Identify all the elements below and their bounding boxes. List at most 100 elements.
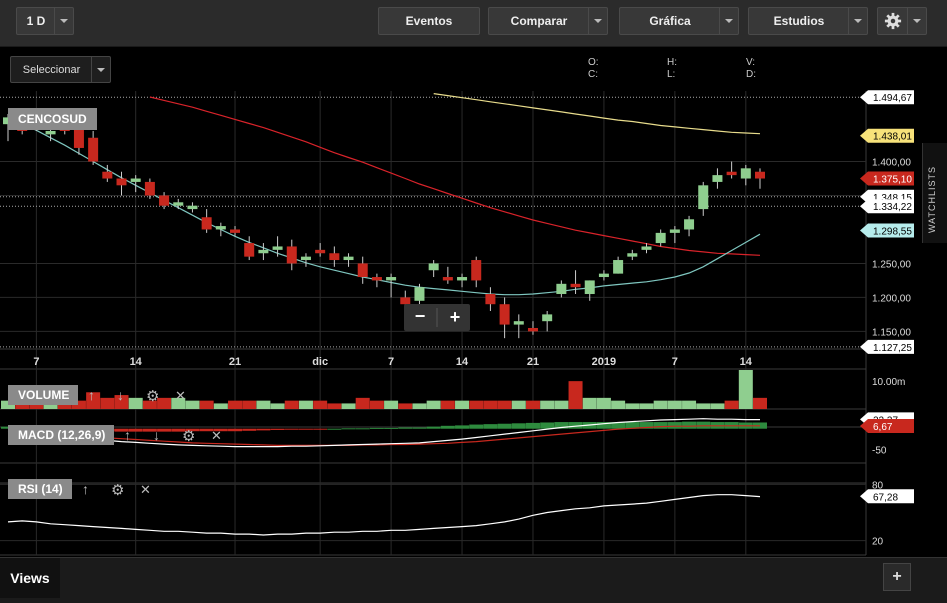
gear-icon[interactable]: ⚙ <box>146 388 159 405</box>
volume-bar <box>313 400 328 409</box>
gear-icon[interactable]: ⚙ <box>111 482 124 499</box>
candle-body <box>215 226 226 230</box>
y-tick-label: 10.00m <box>872 377 905 388</box>
volume-bar <box>440 400 455 409</box>
macd-histogram-bar <box>298 428 313 430</box>
x-tick-label: 21 <box>229 356 241 368</box>
candle-body <box>627 253 638 257</box>
volume-bar <box>667 400 682 409</box>
watchlists-tab[interactable]: WATCHLISTS <box>922 143 947 243</box>
volume-bar <box>412 403 427 409</box>
macd-title: MACD (12,26,9) <box>18 428 105 442</box>
chart-canvas[interactable]: 71421dic7142120197141.400,001.350,001.25… <box>0 0 922 557</box>
volume-bar <box>639 403 654 409</box>
candle-body <box>130 178 141 182</box>
x-tick-label: 21 <box>527 356 539 368</box>
zoom-out-button[interactable]: − <box>415 306 426 326</box>
arrow-up-icon[interactable]: ↑ <box>82 481 89 497</box>
zoom-in-button[interactable]: + <box>450 307 461 327</box>
gear-icon[interactable]: ⚙ <box>182 428 195 445</box>
candle-body <box>513 321 524 325</box>
candle-body <box>329 253 340 261</box>
x-tick-label: 7 <box>33 356 39 368</box>
volume-bar <box>341 403 356 409</box>
macd-histogram-bar <box>483 424 498 429</box>
volume-bar <box>185 400 200 409</box>
candle-body <box>357 263 368 278</box>
candle-body <box>726 171 737 176</box>
price-label-text: 1.127,25 <box>873 343 912 354</box>
macd-histogram-bar <box>256 428 271 431</box>
arrow-down-icon[interactable]: ↓ <box>117 387 124 403</box>
volume-bar <box>384 400 399 409</box>
volume-bar <box>568 381 583 409</box>
volume-bar <box>738 370 753 409</box>
volume-bar <box>298 400 313 409</box>
x-tick-label: 7 <box>388 356 394 368</box>
volume-bar <box>753 397 767 409</box>
price-label-text: 1.334,22 <box>873 202 912 213</box>
chart-title: CENCOSUD <box>18 112 87 126</box>
volume-bar <box>682 400 697 409</box>
arrow-down-icon[interactable]: ↓ <box>153 427 160 443</box>
macd-histogram-bar <box>327 428 342 430</box>
macd-histogram-bar <box>497 423 512 429</box>
y-tick-label: -50 <box>872 446 887 457</box>
close-icon[interactable]: ✕ <box>140 482 151 497</box>
volume-bar <box>100 397 115 409</box>
x-tick-label: 14 <box>130 356 143 368</box>
macd-histogram-bar <box>440 425 455 429</box>
candle-body <box>187 205 198 210</box>
volume-bar <box>228 400 243 409</box>
candle-body <box>343 256 354 261</box>
macd-histogram-bar <box>355 428 370 430</box>
arrow-up-icon[interactable]: ↑ <box>124 427 131 443</box>
volume-bar <box>497 400 512 409</box>
macd-histogram-bar <box>341 428 356 430</box>
price-label-text: 1.494,67 <box>873 93 912 104</box>
add-view-button[interactable]: + <box>883 563 911 591</box>
macd-histogram-bar <box>313 428 328 430</box>
y-tick-label: 1.150,00 <box>872 327 911 338</box>
candle-body <box>613 260 624 274</box>
volume-bar <box>525 400 540 409</box>
volume-bar <box>554 400 569 409</box>
y-tick-label: 1.400,00 <box>872 158 911 169</box>
macd-value-text: 6,67 <box>873 422 893 433</box>
candle-body <box>641 246 652 250</box>
candle-body <box>428 263 439 271</box>
candle-body <box>499 304 510 325</box>
macd-histogram-bar <box>469 424 484 429</box>
candle-body <box>371 277 382 281</box>
x-tick-label: dic <box>312 356 328 368</box>
candle-body <box>669 229 680 233</box>
views-tab[interactable]: Views <box>0 558 60 598</box>
macd-histogram-bar <box>696 421 711 429</box>
watchlists-label: WATCHLISTS <box>927 165 937 233</box>
macd-histogram-bar <box>667 422 682 429</box>
x-tick-label: 7 <box>672 356 678 368</box>
x-tick-label: 2019 <box>592 356 616 368</box>
candle-body <box>698 185 709 210</box>
candle-body <box>244 243 255 257</box>
candle-body <box>88 137 99 162</box>
volume-bar <box>625 403 640 409</box>
close-icon[interactable]: ✕ <box>211 428 222 443</box>
volume-bar <box>582 397 597 409</box>
arrow-up-icon[interactable]: ↑ <box>88 387 95 403</box>
candle-body <box>542 314 553 322</box>
close-icon[interactable]: ✕ <box>175 388 186 403</box>
candle-body <box>570 283 581 288</box>
candle-body <box>73 127 84 148</box>
volume-bar <box>199 400 214 409</box>
volume-bar <box>128 397 143 409</box>
candle-body <box>485 294 496 305</box>
candle-body <box>740 168 751 179</box>
volume-bar <box>469 400 484 409</box>
volume-bar <box>398 403 413 409</box>
candle-body <box>442 277 453 281</box>
candle-body <box>173 202 184 206</box>
candle-body <box>598 273 609 278</box>
bottom-bar: Views + <box>0 557 947 603</box>
candle-body <box>116 178 127 186</box>
